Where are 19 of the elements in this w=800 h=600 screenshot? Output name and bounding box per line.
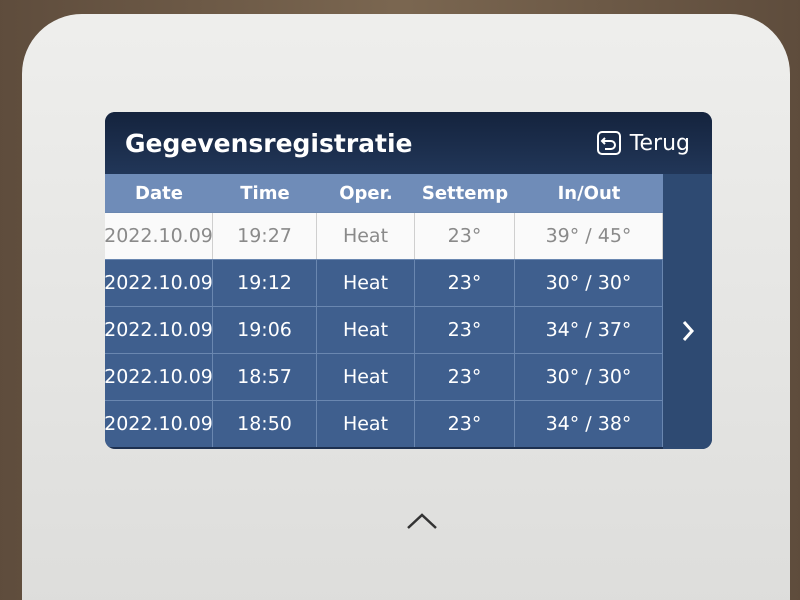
back-button[interactable]: Terug: [596, 130, 690, 156]
column-header: In/Out: [556, 182, 622, 206]
log-row[interactable]: 2022.10.09 19:27 Heat 23° 39° / 45°: [105, 212, 663, 259]
back-icon: [596, 130, 622, 156]
table-cell: 18:50: [213, 401, 317, 447]
log-row[interactable]: 2022.10.09 19:12 Heat 23° 30° / 30°: [105, 259, 663, 306]
column-header: Settemp: [420, 182, 510, 206]
column-header: Oper.: [338, 182, 394, 206]
column-header: Time: [239, 182, 291, 206]
screen-title: Gegevensregistratie: [125, 128, 413, 158]
table-cell: 23°: [415, 401, 515, 447]
chevron-up-icon[interactable]: [405, 511, 439, 531]
chevron-right-icon[interactable]: [680, 318, 694, 342]
log-row[interactable]: 2022.10.09 18:57 Heat 23° 30° / 30°: [105, 353, 663, 400]
column-header: Date: [134, 182, 184, 206]
table-cell: Heat: [317, 401, 415, 447]
log-row[interactable]: 2022.10.09 19:06 Heat 23° 34° / 37°: [105, 306, 663, 353]
log-row[interactable]: 2022.10.09 18:50 Heat 23° 34° / 38°: [105, 400, 663, 447]
table-cell: 2022.10.09: [105, 401, 213, 447]
